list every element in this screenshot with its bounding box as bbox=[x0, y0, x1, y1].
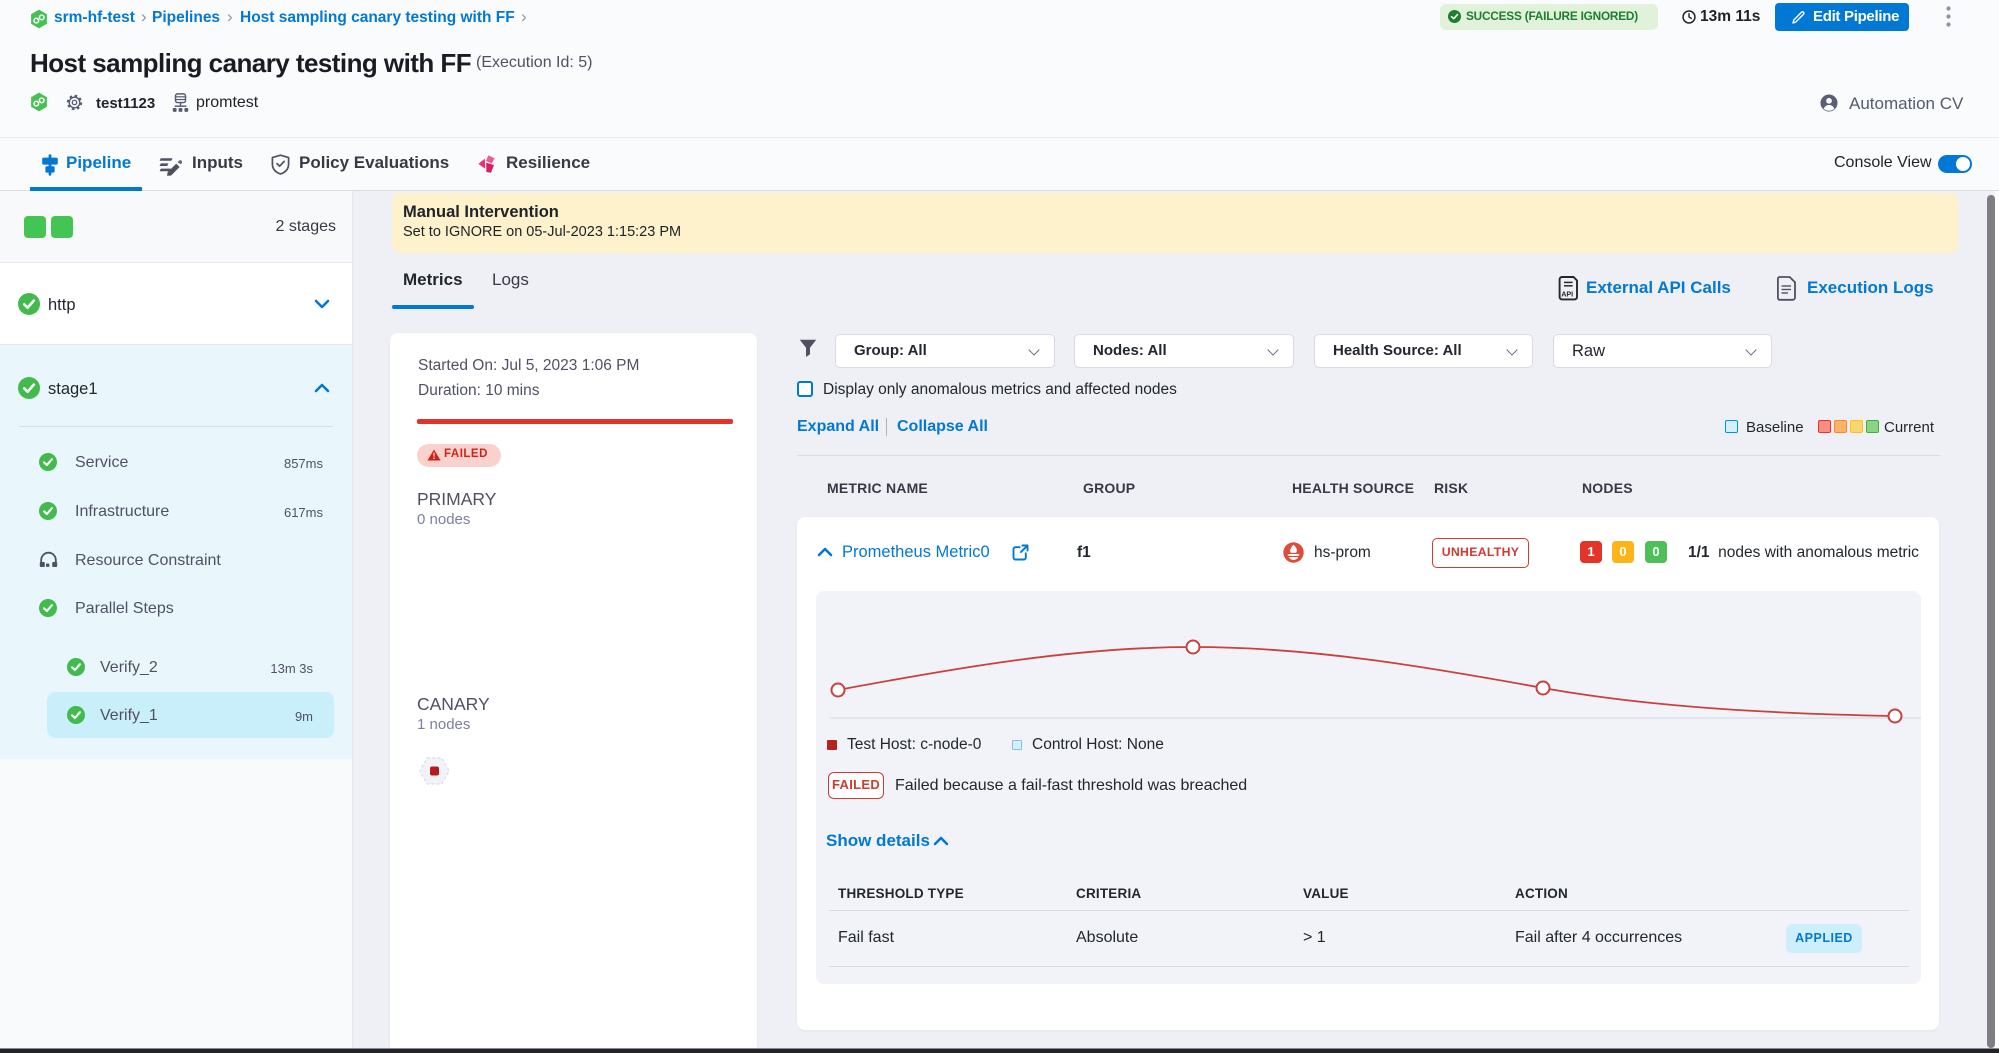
svg-text:API: API bbox=[1561, 289, 1573, 298]
